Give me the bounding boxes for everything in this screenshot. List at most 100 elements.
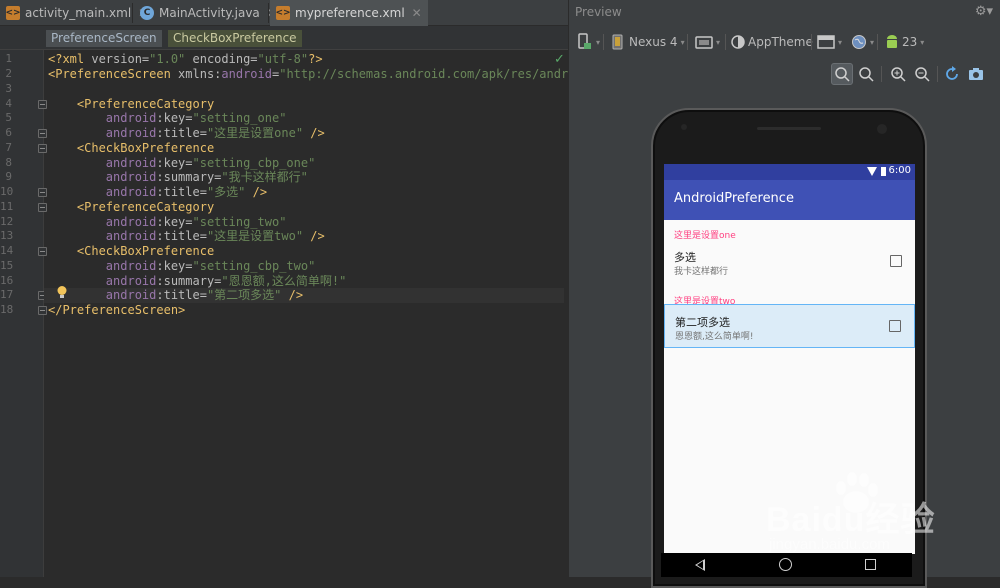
camera-icon bbox=[969, 68, 983, 80]
battery-icon bbox=[881, 167, 886, 176]
code-line: android:title="这里是设置one" /> bbox=[105, 126, 325, 140]
theme-selector[interactable]: AppTheme bbox=[731, 32, 813, 52]
code-line: android:title="多选" /> bbox=[105, 185, 268, 199]
checkbox[interactable] bbox=[890, 255, 902, 267]
zoom-out-icon bbox=[915, 67, 930, 82]
phone-frame: 6:00 AndroidPreference 这里是设置one 多选 我卡这样都… bbox=[651, 108, 927, 588]
code-line: <PreferenceCategory bbox=[76, 97, 215, 111]
theme-label: AppTheme bbox=[748, 35, 813, 49]
editor-tab-bar: <> activity_main.xml ✕ C MainActivity.ja… bbox=[0, 0, 568, 26]
intention-bulb-icon[interactable] bbox=[56, 285, 68, 300]
line-number: 4 bbox=[5, 97, 12, 110]
theme-icon bbox=[731, 35, 745, 49]
sensor-icon bbox=[681, 124, 687, 130]
line-number: 6 bbox=[5, 126, 12, 139]
zoom-in-icon bbox=[891, 67, 906, 82]
preview-header: Preview ⚙▾ bbox=[569, 0, 1000, 24]
api-level-label: 23 bbox=[902, 35, 918, 49]
line-number: 3 bbox=[5, 82, 12, 95]
navigation-bar bbox=[661, 553, 912, 577]
line-number: 17 bbox=[0, 288, 14, 301]
device-label: Nexus 4 bbox=[629, 35, 678, 49]
code-line: <?xml version="1.0" encoding="utf-8"?> bbox=[48, 52, 323, 66]
code-line: android:key="setting_cbp_one" bbox=[105, 156, 316, 170]
activity-icon bbox=[817, 35, 835, 49]
code-line: android:key="setting_two" bbox=[105, 215, 287, 229]
line-number: 13 bbox=[0, 229, 14, 242]
fold-marker-icon[interactable] bbox=[38, 129, 47, 138]
zoom-toolbar bbox=[569, 60, 1000, 88]
status-bar: 6:00 bbox=[664, 164, 915, 180]
locale-selector[interactable]: ▾ bbox=[851, 32, 874, 52]
code-editor[interactable]: <> activity_main.xml ✕ C MainActivity.ja… bbox=[0, 0, 597, 577]
checkbox-preference-one[interactable]: 多选 我卡这样都行 bbox=[664, 240, 915, 284]
line-number: 8 bbox=[5, 156, 12, 169]
breadcrumb: PreferenceScreen CheckBoxPreference bbox=[0, 26, 568, 50]
line-number: 18 bbox=[0, 303, 14, 316]
line-number: 14 bbox=[0, 244, 14, 257]
java-class-icon: C bbox=[140, 6, 154, 20]
zoom-to-fit-button[interactable] bbox=[831, 63, 853, 85]
zoom-actual-icon bbox=[859, 67, 874, 82]
fold-marker-icon[interactable] bbox=[38, 247, 47, 256]
design-surface-button[interactable]: ▾ bbox=[577, 32, 600, 52]
xml-file-icon: <> bbox=[275, 6, 291, 20]
preference-title: 第二项多选 bbox=[675, 316, 730, 329]
preview-panel: Preview ⚙▾ ▾ Nexus 4 ▾ ▾ AppTheme ▾ ▾ 23… bbox=[568, 0, 1000, 588]
line-number: 12 bbox=[0, 215, 14, 228]
code-line-current: android:title="第二项多选" /> bbox=[44, 288, 564, 303]
tab-label: MainActivity.java bbox=[159, 6, 260, 20]
zoom-in-button[interactable] bbox=[887, 63, 909, 85]
code-line: </PreferenceScreen> bbox=[48, 303, 186, 317]
activity-selector[interactable]: ▾ bbox=[817, 32, 842, 52]
code-line: <PreferenceCategory bbox=[76, 200, 215, 214]
orientation-button[interactable]: ▾ bbox=[695, 32, 720, 52]
code-line: <CheckBoxPreference bbox=[76, 141, 215, 155]
code-line: android:summary="恩恩额,这么简单啊!" bbox=[105, 274, 347, 288]
gear-icon[interactable]: ⚙▾ bbox=[975, 4, 993, 19]
fold-marker-icon[interactable] bbox=[38, 188, 47, 197]
line-number: 11 bbox=[0, 200, 14, 213]
breadcrumb-preferencescreen[interactable]: PreferenceScreen bbox=[46, 30, 162, 47]
device-selector[interactable]: Nexus 4 ▾ bbox=[611, 32, 685, 52]
code-line: <PreferenceScreen xmlns:android="http://… bbox=[48, 67, 598, 81]
back-icon[interactable] bbox=[695, 559, 705, 571]
zoom-actual-size-button[interactable] bbox=[855, 63, 877, 85]
wifi-icon bbox=[867, 167, 877, 176]
tab-mypreference-xml[interactable]: <> mypreference.xml ✕ bbox=[270, 0, 428, 26]
code-line: android:summary="我卡这样都行" bbox=[105, 170, 308, 184]
home-icon[interactable] bbox=[779, 558, 792, 571]
fold-marker-icon[interactable] bbox=[38, 144, 47, 153]
checkbox-preference-two[interactable]: 第二项多选 恩恩额,这么简单啊! bbox=[664, 304, 915, 348]
fold-marker-icon[interactable] bbox=[38, 203, 47, 212]
breadcrumb-checkboxpreference[interactable]: CheckBoxPreference bbox=[168, 30, 302, 47]
xml-file-icon: <> bbox=[5, 6, 21, 20]
tab-mainactivity-java[interactable]: C MainActivity.java ✕ bbox=[134, 0, 283, 26]
code-line: android:key="setting_cbp_two" bbox=[105, 259, 316, 273]
orientation-icon bbox=[695, 36, 713, 49]
preference-summary: 恩恩额,这么简单啊! bbox=[675, 332, 754, 342]
fold-marker-icon[interactable] bbox=[38, 100, 47, 109]
zoom-out-button[interactable] bbox=[911, 63, 933, 85]
line-number-gutter: 1 2 3 4 5 6 7 8 9 10 11 12 13 14 15 16 1… bbox=[0, 50, 47, 577]
android-icon bbox=[887, 35, 897, 48]
api-level-selector[interactable]: 23 ▾ bbox=[885, 32, 924, 52]
code-text-area[interactable]: <?xml version="1.0" encoding="utf-8"?> <… bbox=[44, 50, 597, 577]
status-time: 6:00 bbox=[888, 165, 911, 176]
tab-label: activity_main.xml bbox=[25, 6, 132, 20]
app-bar: AndroidPreference bbox=[664, 180, 915, 220]
inspection-ok-icon[interactable]: ✓ bbox=[554, 52, 565, 67]
refresh-button[interactable] bbox=[941, 63, 963, 85]
preview-title: Preview bbox=[575, 5, 622, 19]
fold-marker-icon[interactable] bbox=[38, 306, 47, 315]
design-surface-icon bbox=[578, 33, 591, 49]
screenshot-button[interactable] bbox=[965, 63, 987, 85]
close-tab-icon[interactable]: ✕ bbox=[412, 6, 422, 20]
code-line: android:title="这里是设置two" /> bbox=[105, 229, 325, 243]
recent-apps-icon[interactable] bbox=[865, 559, 876, 570]
tab-label: mypreference.xml bbox=[295, 6, 405, 20]
checkbox[interactable] bbox=[889, 320, 901, 332]
globe-icon bbox=[852, 35, 866, 49]
line-number: 7 bbox=[5, 141, 12, 154]
device-screen: 6:00 AndroidPreference 这里是设置one 多选 我卡这样都… bbox=[664, 164, 915, 554]
